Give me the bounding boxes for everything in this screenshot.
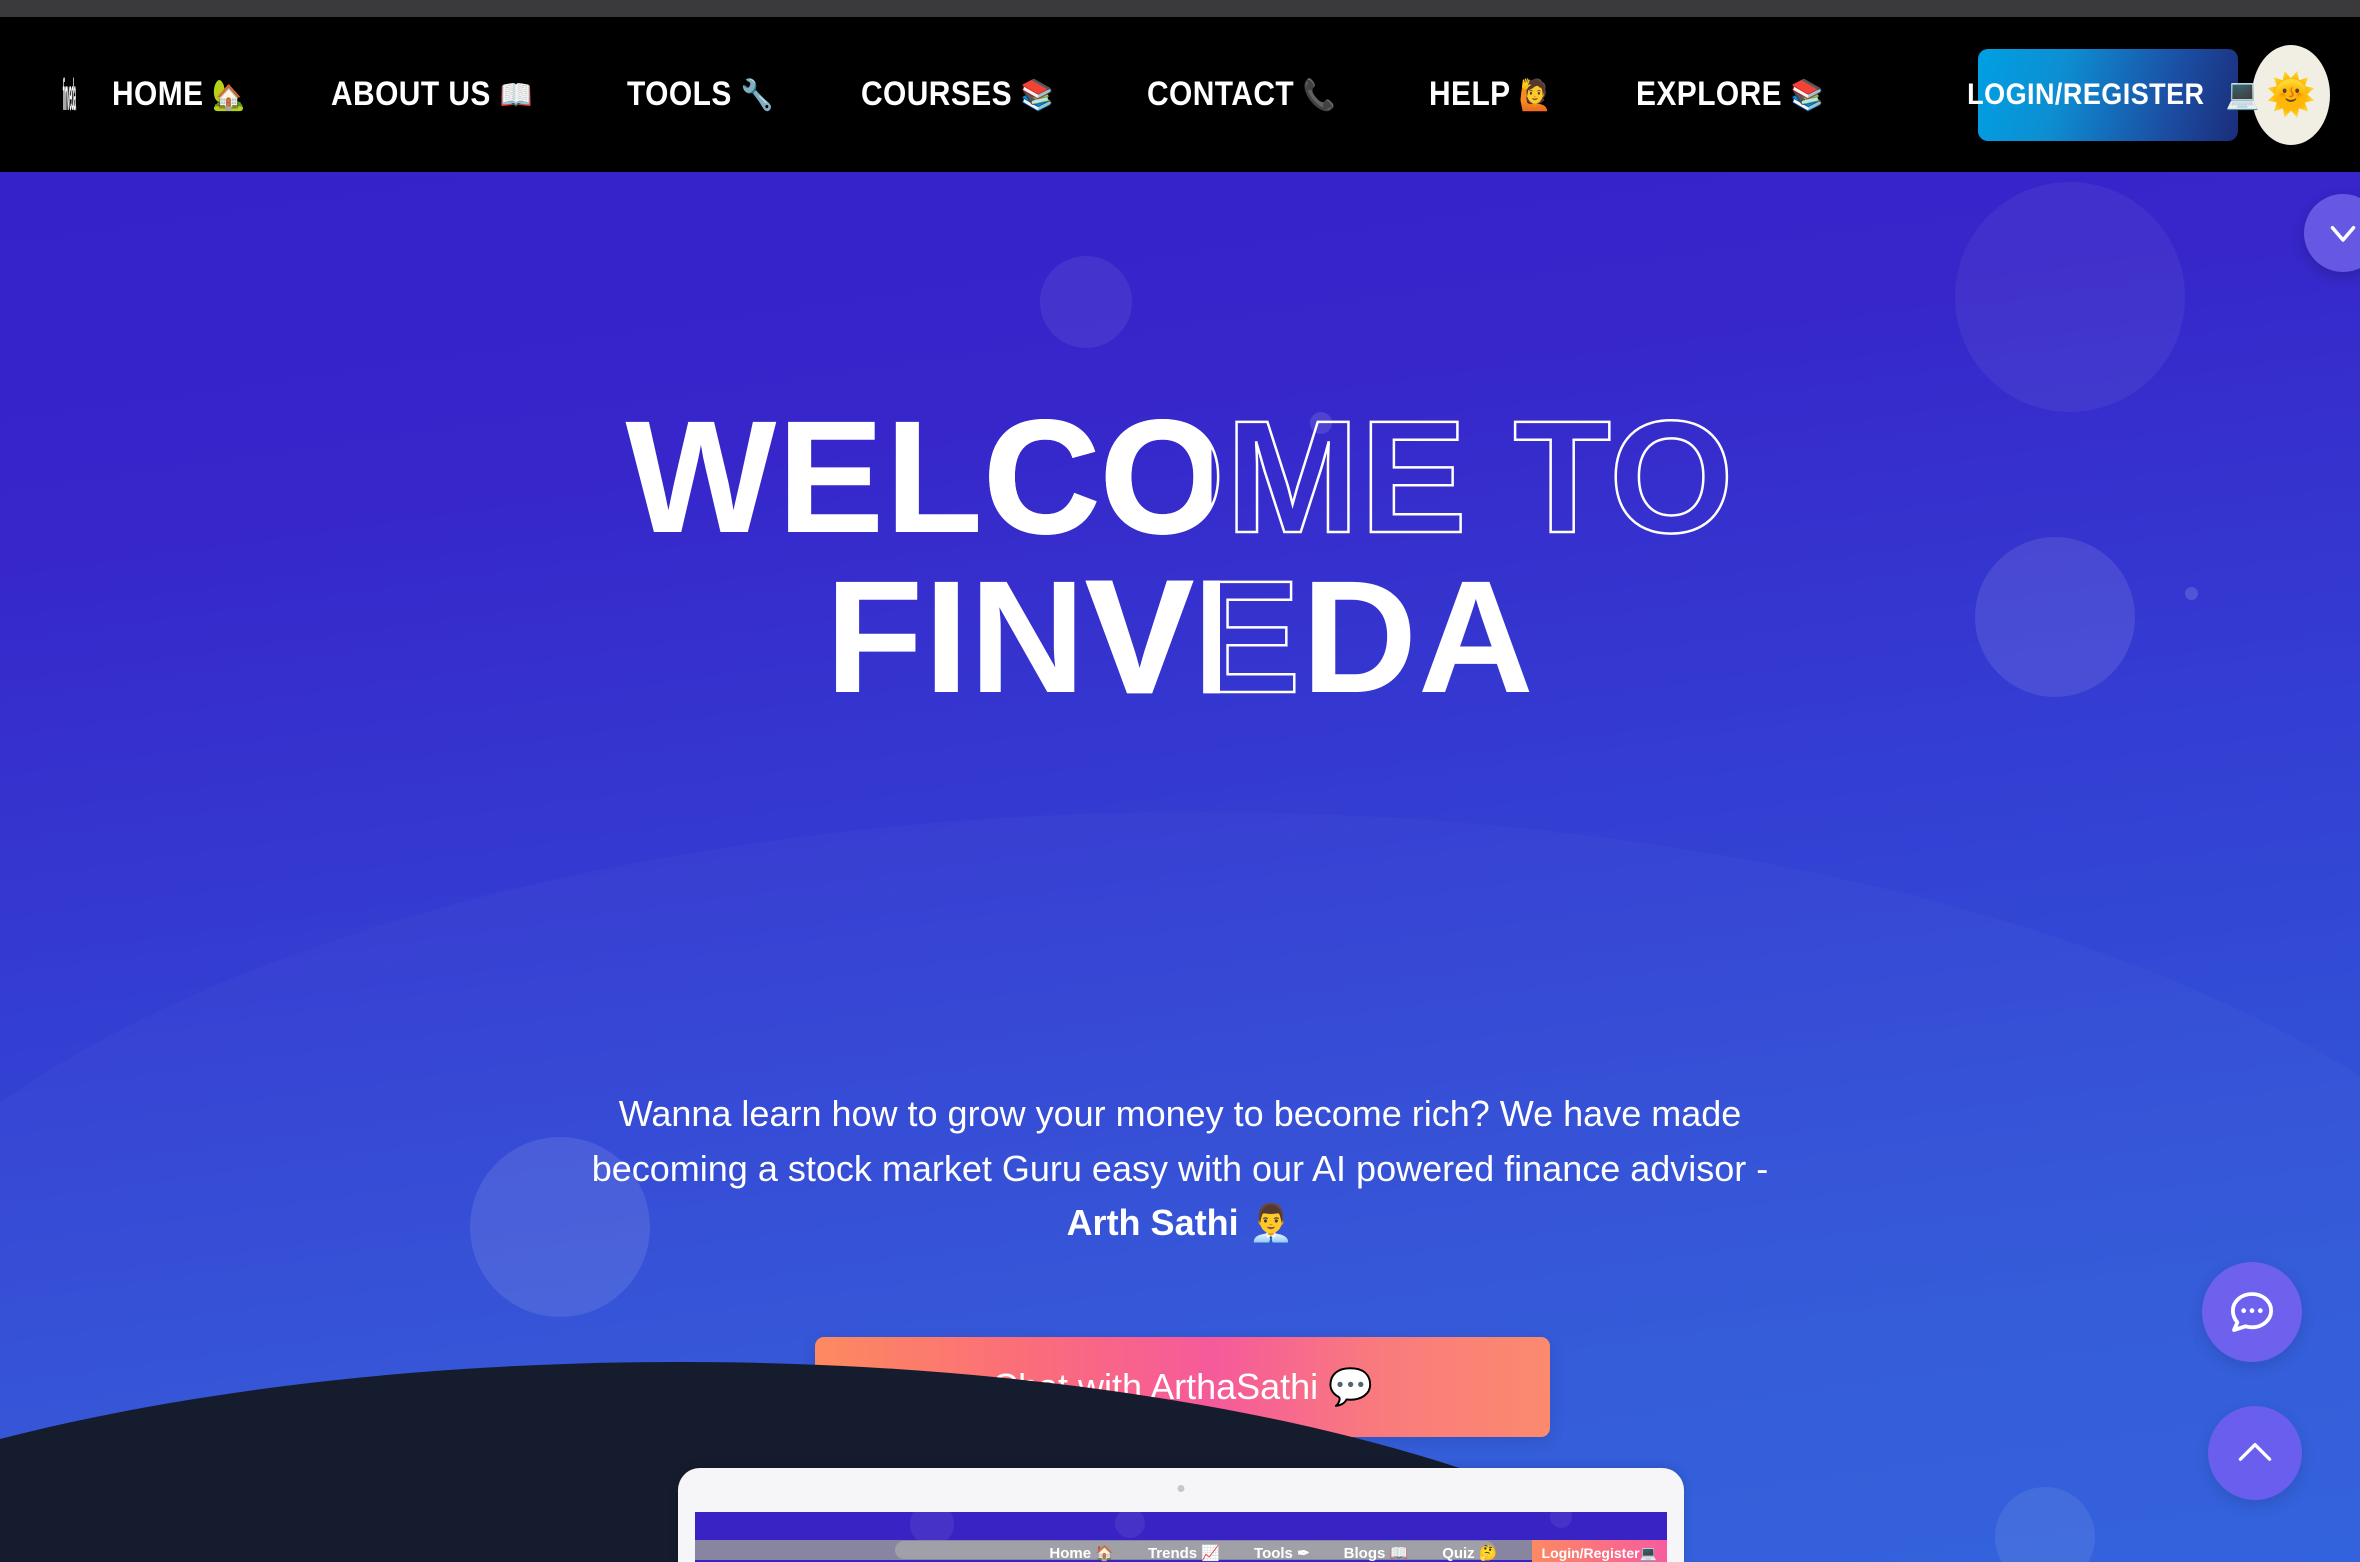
mockup-nav: Home 🏠 Trends 📈 Tools ✒ Blogs 📖 Quiz 🤔 L… bbox=[695, 1540, 1667, 1562]
laptop-mockup: Home 🏠 Trends 📈 Tools ✒ Blogs 📖 Quiz 🤔 L… bbox=[678, 1468, 1684, 1562]
chat-bubble-icon bbox=[2230, 1292, 2274, 1332]
office-worker-icon: 👨‍💼 bbox=[1248, 1202, 1294, 1244]
decorative-bubble bbox=[1115, 1512, 1145, 1538]
raising-hand-icon: 🙋 bbox=[1519, 79, 1553, 112]
laptop-icon: 💻 bbox=[2225, 78, 2260, 111]
theme-toggle-button[interactable]: 🌞 bbox=[2252, 44, 2330, 145]
books-icon: 📚 bbox=[1791, 79, 1825, 112]
nav-item-home[interactable]: HOME 🏡 bbox=[112, 65, 246, 124]
nav-item-courses-label: COURSES bbox=[861, 75, 1013, 113]
chevron-down-icon bbox=[2330, 226, 2356, 242]
login-register-button[interactable]: LOGIN/REGISTER 💻 bbox=[1967, 48, 2259, 141]
laptop-icon: 💻 bbox=[1639, 1544, 1657, 1561]
nav-item-explore[interactable]: EXPLORE 📚 bbox=[1636, 65, 1824, 124]
page-title: WELCOME TO FINVEDA bbox=[0, 395, 2360, 718]
nav-item-help-label: HELP bbox=[1429, 75, 1511, 113]
nav-item-about-us[interactable]: ABOUT US 📖 bbox=[331, 65, 533, 124]
scroll-down-button[interactable] bbox=[2304, 194, 2360, 272]
nav-item-contact[interactable]: CONTACT 📞 bbox=[1147, 65, 1336, 124]
mockup-nav-home: Home 🏠 bbox=[1049, 1545, 1114, 1562]
nav-item-home-label: HOME bbox=[112, 75, 204, 113]
decorative-bubble bbox=[1955, 182, 2185, 412]
open-book-icon: 📖 bbox=[499, 79, 533, 112]
browser-chrome-strip bbox=[0, 0, 2360, 17]
nav-item-tools[interactable]: TOOLS 🔧 bbox=[627, 65, 774, 124]
decorative-bubble bbox=[1040, 256, 1132, 348]
nav-links: HOME 🏡 ABOUT US 📖 TOOLS 🔧 COURSES 📚 CONT… bbox=[86, 65, 1978, 124]
hero-subtitle: Wanna learn how to grow your money to be… bbox=[585, 1087, 1775, 1251]
page-title-line-1: WELCOME TO bbox=[0, 395, 2360, 558]
thinking-face-icon: 🤔 bbox=[1478, 1545, 1498, 1562]
sun-icon: 🌞 bbox=[2266, 73, 2316, 117]
house-icon: 🏡 bbox=[212, 79, 246, 112]
mockup-nav-quiz: Quiz 🤔 bbox=[1442, 1545, 1498, 1562]
nav-item-help[interactable]: HELP 🙋 bbox=[1429, 65, 1552, 124]
hero-subtitle-text: Wanna learn how to grow your money to be… bbox=[591, 1093, 1769, 1189]
telephone-icon: 📞 bbox=[1303, 79, 1337, 112]
nav-item-courses[interactable]: COURSES 📚 bbox=[861, 65, 1054, 124]
laptop-camera-dot bbox=[1177, 1485, 1185, 1492]
mockup-nav-tools: Tools ✒ bbox=[1254, 1545, 1310, 1562]
books-icon: 📚 bbox=[1020, 79, 1055, 112]
page-title-line-2: FINVEDA bbox=[0, 555, 2360, 718]
wrench-icon: 🔧 bbox=[740, 79, 774, 112]
title-seg-partial: COME bbox=[983, 387, 1469, 566]
pen-icon: ✒ bbox=[1297, 1545, 1310, 1562]
top-navbar: finveda HOME 🏡 ABOUT US 📖 TOOLS 🔧 COURSE… bbox=[0, 17, 2360, 172]
house-icon: 🏠 bbox=[1095, 1545, 1114, 1562]
nav-item-tools-label: TOOLS bbox=[627, 75, 732, 113]
chevron-up-icon bbox=[2238, 1443, 2272, 1461]
chat-fab-button[interactable] bbox=[2202, 1262, 2302, 1362]
chart-increasing-icon: 📈 bbox=[1201, 1545, 1221, 1562]
speech-balloon-icon: 💬 bbox=[1328, 1366, 1374, 1407]
title-seg-outline: TO bbox=[1467, 387, 1735, 566]
login-register-label: LOGIN/REGISTER bbox=[1967, 77, 2205, 111]
nav-item-about-us-label: ABOUT US bbox=[330, 75, 491, 113]
brand-logo[interactable]: finveda bbox=[52, 49, 86, 141]
title-seg-partial: VE bbox=[1085, 547, 1302, 726]
nav-item-contact-label: CONTACT bbox=[1147, 75, 1295, 113]
hero-subtitle-highlight: Arth Sathi bbox=[1066, 1202, 1239, 1244]
brand-logo-text: finveda bbox=[62, 69, 76, 120]
title-seg-fill: WEL bbox=[625, 387, 984, 566]
title-seg-fill: DA bbox=[1301, 547, 1535, 726]
scroll-to-top-button[interactable] bbox=[2208, 1406, 2302, 1500]
hero-section: WELCOME TO FINVEDA Wanna learn how to gr… bbox=[0, 172, 2360, 1562]
mockup-login-register: Login/Register 💻 bbox=[1531, 1540, 1667, 1562]
open-book-icon: 📖 bbox=[1389, 1545, 1409, 1562]
nav-item-explore-label: EXPLORE bbox=[1636, 75, 1783, 113]
laptop-screen: Home 🏠 Trends 📈 Tools ✒ Blogs 📖 Quiz 🤔 L… bbox=[695, 1512, 1667, 1562]
decorative-bubble bbox=[1550, 1512, 1572, 1528]
mockup-nav-blogs: Blogs 📖 bbox=[1343, 1545, 1409, 1562]
mockup-nav-trends: Trends 📈 bbox=[1147, 1545, 1221, 1562]
title-seg-fill: FIN bbox=[825, 547, 1087, 726]
